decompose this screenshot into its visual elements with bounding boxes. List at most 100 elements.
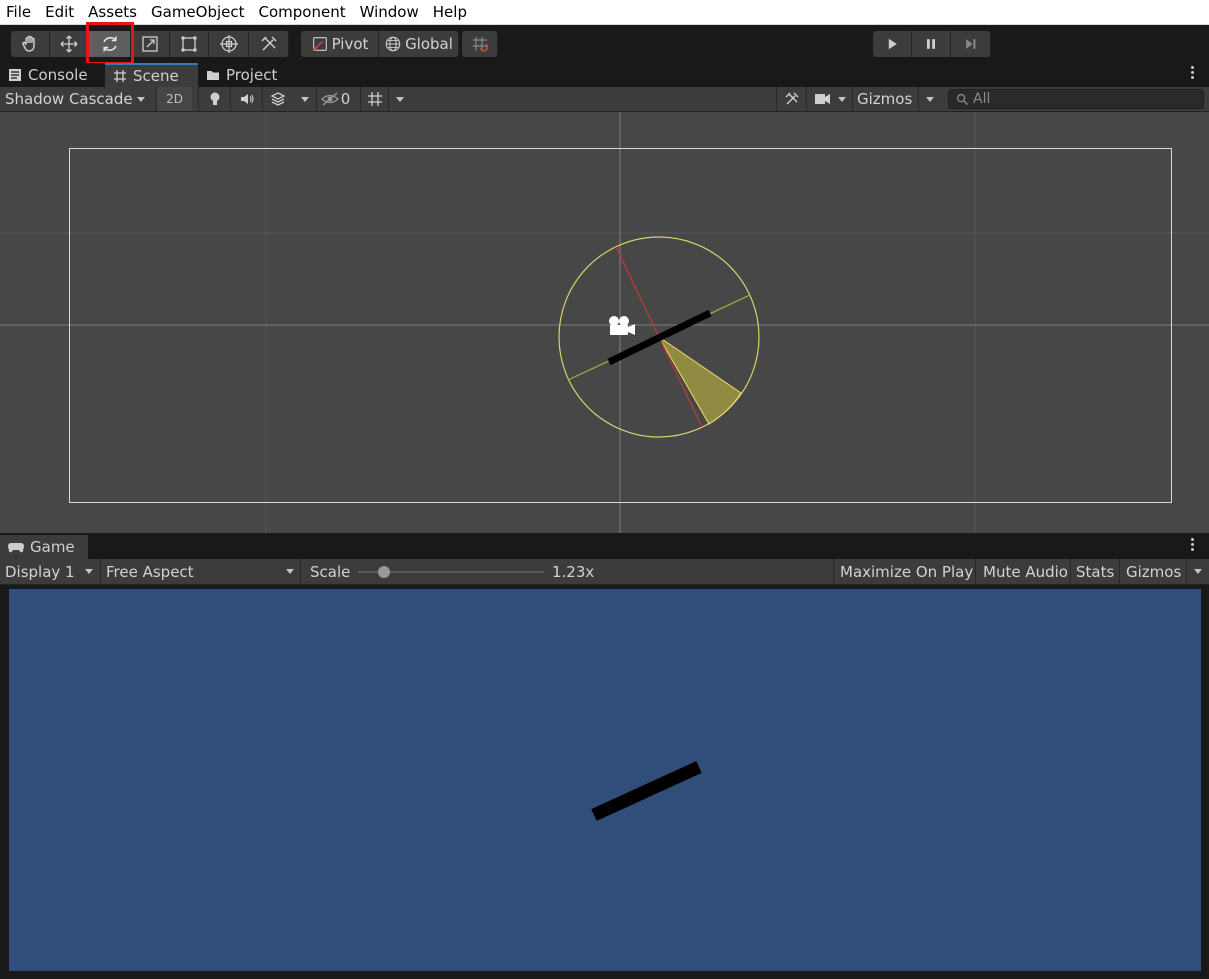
hidden-count: 0 [340,90,351,108]
menu-bar: File Edit Assets GameObject Component Wi… [0,0,1209,25]
game-gizmos-dropdown[interactable] [1186,559,1209,584]
scene-gizmos-button[interactable]: Gizmos [852,87,918,111]
grid-snap-icon [472,37,488,52]
toggle-2d-button[interactable]: 2D [156,87,192,111]
chevron-down-icon [286,569,294,574]
game-canvas [591,761,702,821]
scene-viewport[interactable] [0,112,1209,533]
scale-slider-thumb[interactable] [378,566,391,578]
game-bar-object [591,761,702,821]
tab-project[interactable]: Project [198,63,298,87]
menu-component[interactable]: Component [252,0,353,24]
display-label: Display 1 [5,562,75,581]
tab-project-label: Project [226,66,278,84]
display-dropdown[interactable]: Display 1 [0,559,98,584]
hierarchy-search-field[interactable]: All [948,89,1204,109]
play-button[interactable] [873,31,912,57]
scene-gizmos-label: Gizmos [857,90,913,108]
tab-console-label: Console [28,66,88,84]
audio-toggle[interactable] [230,87,262,111]
chevron-down-icon [136,96,145,102]
speaker-icon [240,94,254,104]
search-placeholder: All [973,91,991,107]
chevron-down-icon [85,569,93,574]
game-viewport[interactable] [9,589,1201,971]
tab-console[interactable]: Console [0,63,105,87]
stats-toggle[interactable]: Stats [1070,559,1119,584]
effects-toggle[interactable] [262,87,292,111]
aspect-label: Free Aspect [106,562,194,581]
game-tab-strip: Game [0,535,1209,559]
chevron-down-icon [301,96,309,102]
transform-icon [219,35,238,53]
game-gizmos-label: Gizmos [1126,562,1182,581]
global-toggle[interactable]: Global [379,31,459,57]
mute-audio-toggle[interactable]: Mute Audio [975,559,1070,584]
scene-grid [0,112,1209,533]
lightbulb-icon [210,92,219,105]
tab-game[interactable]: Game [0,535,88,559]
pivot-toggle[interactable]: Pivot [301,31,379,57]
move-icon [60,35,78,53]
scale-label: Scale [310,562,351,581]
layers-icon [270,92,285,106]
hand-icon [22,35,35,52]
rect-tool-button[interactable] [170,31,209,57]
hand-tool-button[interactable] [11,31,50,57]
hidden-eye-icon [320,92,339,106]
game-toolbar: Display 1 Free Aspect Scale 1.23x Maximi… [0,559,1209,585]
tab-game-label: Game [30,538,75,556]
top-tab-strip: Console Scene Project [0,63,1209,87]
tools-icon [260,36,277,51]
menu-assets[interactable]: Assets [81,0,144,24]
maximize-label: Maximize On Play [840,562,974,581]
menu-edit[interactable]: Edit [38,0,81,24]
scale-slider-track[interactable] [358,566,544,578]
game-gizmos-button[interactable]: Gizmos [1119,559,1186,584]
maximize-on-play-toggle[interactable]: Maximize On Play [833,559,974,584]
pause-icon [927,39,935,49]
effects-dropdown[interactable] [294,87,316,111]
game-panel-menu-icon[interactable] [1191,538,1195,554]
search-icon [956,93,969,105]
folder-icon [207,71,219,80]
menu-file[interactable]: File [0,0,38,24]
console-icon [9,69,21,81]
scale-value: 1.23x [552,562,595,581]
scene-panel-menu-icon[interactable] [1191,66,1195,82]
camera-settings-dropdown[interactable] [806,87,852,111]
main-toolbar: Pivot Global [0,25,1209,63]
rotation-angle-wedge [658,336,742,425]
scene-canvas [0,112,1209,533]
scale-control: Scale 1.23x [300,559,600,584]
scene-gizmos-dropdown[interactable] [918,87,940,111]
grid-snap-button[interactable] [462,31,498,57]
rotate-icon [102,36,117,52]
pivot-icon [312,37,327,51]
step-button[interactable] [951,31,991,57]
tab-scene[interactable]: Scene [105,63,198,87]
toggle-2d-label: 2D [166,92,183,106]
transform-tool-button[interactable] [209,31,249,57]
pause-button[interactable] [912,31,951,57]
lighting-toggle[interactable] [198,87,230,111]
menu-help[interactable]: Help [426,0,474,24]
tab-scene-label: Scene [133,67,179,85]
scene-tools-button[interactable] [776,87,806,111]
draw-mode-label: Shadow Cascade [5,90,133,108]
step-icon [965,39,975,49]
draw-mode-dropdown[interactable]: Shadow Cascade [0,87,150,111]
scale-tool-button[interactable] [131,31,170,57]
custom-tool-button[interactable] [249,31,289,57]
menu-window[interactable]: Window [353,0,426,24]
grid-dropdown[interactable] [388,87,410,111]
menu-gameobject[interactable]: GameObject [144,0,252,24]
rotate-tool-button[interactable] [89,31,131,57]
hidden-objects-toggle[interactable]: 0 [316,87,354,111]
grid-toggle[interactable] [360,87,388,111]
move-tool-button[interactable] [50,31,89,57]
mute-label: Mute Audio [983,562,1068,581]
aspect-dropdown[interactable]: Free Aspect [100,559,300,584]
tools-icon [785,92,798,105]
chevron-down-icon [837,96,846,102]
